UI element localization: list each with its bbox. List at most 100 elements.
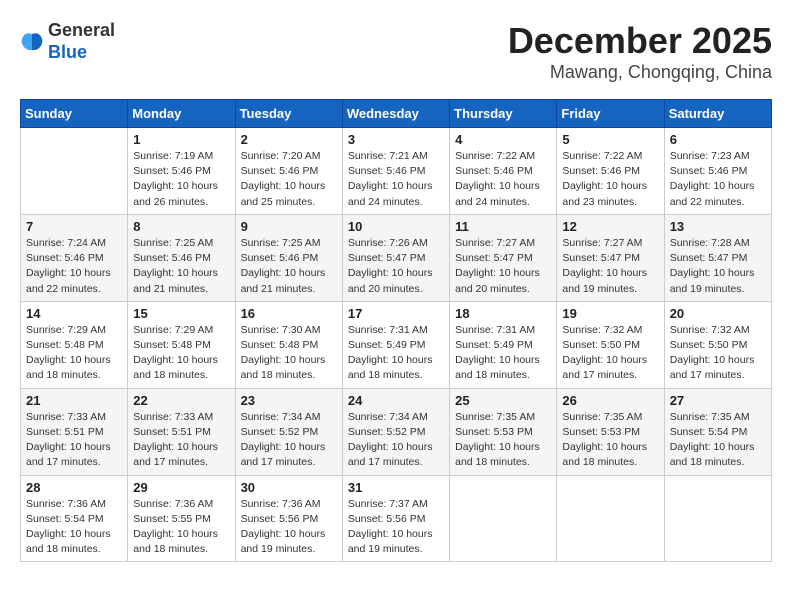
day-info: Sunrise: 7:34 AMSunset: 5:52 PMDaylight:…	[241, 410, 337, 471]
day-info: Sunrise: 7:33 AMSunset: 5:51 PMDaylight:…	[133, 410, 229, 471]
calendar-cell: 28 Sunrise: 7:36 AMSunset: 5:54 PMDayligh…	[21, 475, 128, 562]
page-header: General Blue December 2025 Mawang, Chong…	[20, 20, 772, 83]
day-number: 10	[348, 219, 444, 234]
calendar-table: SundayMondayTuesdayWednesdayThursdayFrid…	[20, 99, 772, 562]
calendar-cell: 15 Sunrise: 7:29 AMSunset: 5:48 PMDayligh…	[128, 301, 235, 388]
day-number: 6	[670, 132, 766, 147]
logo-text: General Blue	[48, 20, 115, 63]
day-info: Sunrise: 7:36 AMSunset: 5:54 PMDaylight:…	[26, 497, 122, 558]
calendar-week-row: 21 Sunrise: 7:33 AMSunset: 5:51 PMDayligh…	[21, 388, 772, 475]
calendar-cell	[21, 128, 128, 215]
calendar-cell: 19 Sunrise: 7:32 AMSunset: 5:50 PMDayligh…	[557, 301, 664, 388]
day-info: Sunrise: 7:37 AMSunset: 5:56 PMDaylight:…	[348, 497, 444, 558]
day-number: 1	[133, 132, 229, 147]
calendar-cell	[557, 475, 664, 562]
weekday-header: Friday	[557, 100, 664, 128]
day-number: 8	[133, 219, 229, 234]
weekday-header-row: SundayMondayTuesdayWednesdayThursdayFrid…	[21, 100, 772, 128]
day-info: Sunrise: 7:20 AMSunset: 5:46 PMDaylight:…	[241, 149, 337, 210]
day-number: 16	[241, 306, 337, 321]
day-number: 11	[455, 219, 551, 234]
day-number: 29	[133, 480, 229, 495]
logo-icon	[20, 30, 44, 54]
day-number: 15	[133, 306, 229, 321]
day-info: Sunrise: 7:35 AMSunset: 5:54 PMDaylight:…	[670, 410, 766, 471]
day-info: Sunrise: 7:35 AMSunset: 5:53 PMDaylight:…	[455, 410, 551, 471]
day-info: Sunrise: 7:35 AMSunset: 5:53 PMDaylight:…	[562, 410, 658, 471]
day-info: Sunrise: 7:25 AMSunset: 5:46 PMDaylight:…	[241, 236, 337, 297]
day-info: Sunrise: 7:36 AMSunset: 5:55 PMDaylight:…	[133, 497, 229, 558]
calendar-week-row: 1Sunrise: 7:19 AMSunset: 5:46 PMDaylight…	[21, 128, 772, 215]
logo-blue-text: Blue	[48, 42, 87, 62]
day-number: 17	[348, 306, 444, 321]
day-number: 23	[241, 393, 337, 408]
calendar-cell: 29 Sunrise: 7:36 AMSunset: 5:55 PMDayligh…	[128, 475, 235, 562]
calendar-cell: 21 Sunrise: 7:33 AMSunset: 5:51 PMDayligh…	[21, 388, 128, 475]
day-number: 21	[26, 393, 122, 408]
day-number: 14	[26, 306, 122, 321]
day-info: Sunrise: 7:30 AMSunset: 5:48 PMDaylight:…	[241, 323, 337, 384]
day-number: 19	[562, 306, 658, 321]
calendar-cell: 1Sunrise: 7:19 AMSunset: 5:46 PMDaylight…	[128, 128, 235, 215]
calendar-cell: 17 Sunrise: 7:31 AMSunset: 5:49 PMDayligh…	[342, 301, 449, 388]
calendar-cell	[664, 475, 771, 562]
calendar-week-row: 14 Sunrise: 7:29 AMSunset: 5:48 PMDayligh…	[21, 301, 772, 388]
calendar-cell: 27 Sunrise: 7:35 AMSunset: 5:54 PMDayligh…	[664, 388, 771, 475]
calendar-cell: 13Sunrise: 7:28 AMSunset: 5:47 PMDayligh…	[664, 214, 771, 301]
calendar-cell: 20Sunrise: 7:32 AMSunset: 5:50 PMDayligh…	[664, 301, 771, 388]
day-number: 18	[455, 306, 551, 321]
weekday-header: Wednesday	[342, 100, 449, 128]
day-info: Sunrise: 7:23 AMSunset: 5:46 PMDaylight:…	[670, 149, 766, 210]
day-info: Sunrise: 7:31 AMSunset: 5:49 PMDaylight:…	[348, 323, 444, 384]
month-year-title: December 2025	[508, 20, 772, 62]
calendar-cell: 26 Sunrise: 7:35 AMSunset: 5:53 PMDayligh…	[557, 388, 664, 475]
day-info: Sunrise: 7:31 AMSunset: 5:49 PMDaylight:…	[455, 323, 551, 384]
day-number: 7	[26, 219, 122, 234]
day-number: 31	[348, 480, 444, 495]
day-info: Sunrise: 7:21 AMSunset: 5:46 PMDaylight:…	[348, 149, 444, 210]
day-info: Sunrise: 7:22 AMSunset: 5:46 PMDaylight:…	[455, 149, 551, 210]
day-number: 5	[562, 132, 658, 147]
calendar-cell: 31 Sunrise: 7:37 AMSunset: 5:56 PMDayligh…	[342, 475, 449, 562]
day-number: 26	[562, 393, 658, 408]
day-info: Sunrise: 7:33 AMSunset: 5:51 PMDaylight:…	[26, 410, 122, 471]
calendar-cell: 12 Sunrise: 7:27 AMSunset: 5:47 PMDayligh…	[557, 214, 664, 301]
day-info: Sunrise: 7:32 AMSunset: 5:50 PMDaylight:…	[670, 323, 766, 384]
day-number: 3	[348, 132, 444, 147]
calendar-cell	[450, 475, 557, 562]
day-info: Sunrise: 7:32 AMSunset: 5:50 PMDaylight:…	[562, 323, 658, 384]
day-info: Sunrise: 7:29 AMSunset: 5:48 PMDaylight:…	[133, 323, 229, 384]
calendar-cell: 16 Sunrise: 7:30 AMSunset: 5:48 PMDayligh…	[235, 301, 342, 388]
calendar-cell: 6 Sunrise: 7:23 AMSunset: 5:46 PMDaylight…	[664, 128, 771, 215]
day-number: 9	[241, 219, 337, 234]
day-info: Sunrise: 7:25 AMSunset: 5:46 PMDaylight:…	[133, 236, 229, 297]
calendar-cell: 2 Sunrise: 7:20 AMSunset: 5:46 PMDaylight…	[235, 128, 342, 215]
calendar-cell: 22 Sunrise: 7:33 AMSunset: 5:51 PMDayligh…	[128, 388, 235, 475]
day-info: Sunrise: 7:28 AMSunset: 5:47 PMDaylight:…	[670, 236, 766, 297]
day-info: Sunrise: 7:29 AMSunset: 5:48 PMDaylight:…	[26, 323, 122, 384]
day-number: 12	[562, 219, 658, 234]
day-number: 28	[26, 480, 122, 495]
calendar-cell: 9 Sunrise: 7:25 AMSunset: 5:46 PMDaylight…	[235, 214, 342, 301]
day-number: 30	[241, 480, 337, 495]
day-info: Sunrise: 7:22 AMSunset: 5:46 PMDaylight:…	[562, 149, 658, 210]
calendar-cell: 7Sunrise: 7:24 AMSunset: 5:46 PMDaylight…	[21, 214, 128, 301]
day-number: 2	[241, 132, 337, 147]
calendar-cell: 4 Sunrise: 7:22 AMSunset: 5:46 PMDaylight…	[450, 128, 557, 215]
calendar-cell: 23 Sunrise: 7:34 AMSunset: 5:52 PMDayligh…	[235, 388, 342, 475]
calendar-cell: 30Sunrise: 7:36 AMSunset: 5:56 PMDayligh…	[235, 475, 342, 562]
day-info: Sunrise: 7:26 AMSunset: 5:47 PMDaylight:…	[348, 236, 444, 297]
weekday-header: Tuesday	[235, 100, 342, 128]
calendar-week-row: 28 Sunrise: 7:36 AMSunset: 5:54 PMDayligh…	[21, 475, 772, 562]
calendar-cell: 8 Sunrise: 7:25 AMSunset: 5:46 PMDaylight…	[128, 214, 235, 301]
day-info: Sunrise: 7:27 AMSunset: 5:47 PMDaylight:…	[455, 236, 551, 297]
day-number: 22	[133, 393, 229, 408]
day-info: Sunrise: 7:27 AMSunset: 5:47 PMDaylight:…	[562, 236, 658, 297]
calendar-cell: 10 Sunrise: 7:26 AMSunset: 5:47 PMDayligh…	[342, 214, 449, 301]
day-number: 27	[670, 393, 766, 408]
day-number: 4	[455, 132, 551, 147]
calendar-week-row: 7Sunrise: 7:24 AMSunset: 5:46 PMDaylight…	[21, 214, 772, 301]
calendar-cell: 11 Sunrise: 7:27 AMSunset: 5:47 PMDayligh…	[450, 214, 557, 301]
location-subtitle: Mawang, Chongqing, China	[508, 62, 772, 83]
logo: General Blue	[20, 20, 115, 63]
